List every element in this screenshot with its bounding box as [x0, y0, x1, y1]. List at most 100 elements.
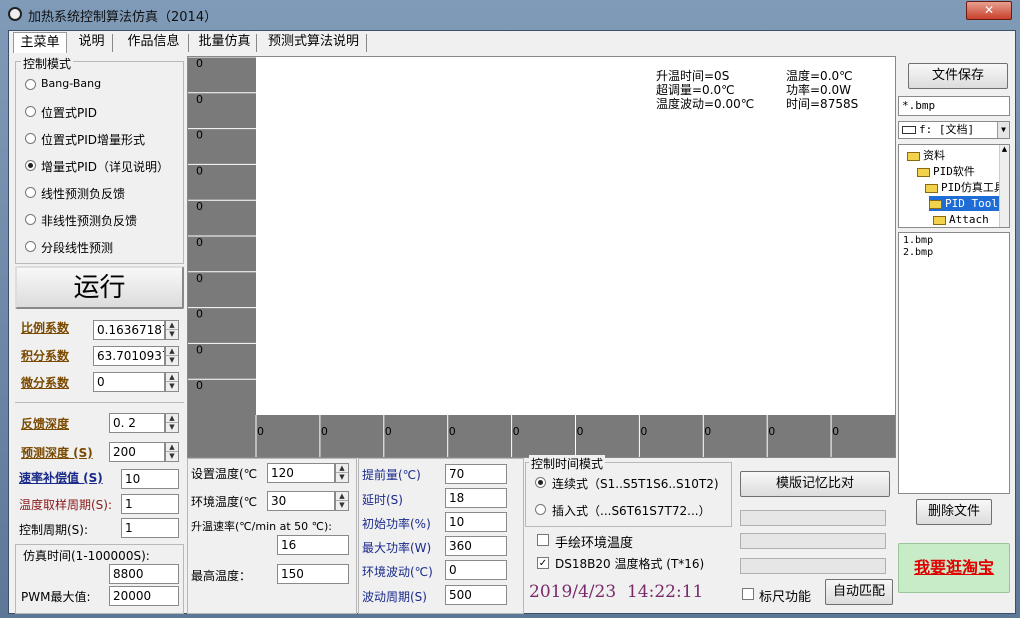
sample-period-input[interactable]: 1 — [121, 494, 179, 514]
title-bar: 加热系统控制算法仿真（2014） ✕ — [0, 0, 1020, 28]
folder-item[interactable]: Attach — [933, 212, 989, 227]
control-mode-option-label[interactable]: 位置式PID增量形式 — [41, 131, 145, 148]
save-file-button[interactable]: 文件保存 — [908, 63, 1008, 89]
folder-item[interactable]: PID Tool — [929, 196, 1009, 211]
env-temp-spinner[interactable]: ▲ ▼ — [335, 491, 349, 511]
ds18b20-label[interactable]: DS18B20 温度格式 (T*16) — [555, 555, 704, 572]
feedback-depth-spinner[interactable]: ▲ ▼ — [165, 413, 179, 433]
file-item[interactable]: 1.bmp — [903, 235, 1005, 247]
delete-file-button[interactable]: 删除文件 — [916, 499, 992, 525]
template-compare-button[interactable]: 模版记忆比对 — [740, 471, 890, 497]
x-tick-label: 0 — [513, 425, 520, 438]
control-mode-radio[interactable] — [25, 133, 36, 144]
spin-up-icon[interactable]: ▲ — [166, 373, 178, 382]
spin-down-icon[interactable]: ▼ — [166, 452, 178, 461]
time-mode-insert-label[interactable]: 插入式（...S6T61S7T72...） — [552, 502, 711, 519]
control-mode-radio[interactable] — [25, 79, 36, 90]
folder-item[interactable]: PID仿真工具 — [925, 180, 1005, 195]
tab-help[interactable]: 说明 — [71, 34, 113, 52]
taobao-button[interactable]: 我要逛淘宝 — [898, 543, 1010, 593]
feedback-depth-input[interactable]: 0. 2 — [109, 413, 165, 433]
spin-up-icon[interactable]: ▲ — [166, 347, 178, 356]
control-mode-option-label[interactable]: 位置式PID — [41, 104, 97, 121]
control-mode-radio[interactable] — [25, 214, 36, 225]
time-mode-continuous-radio[interactable] — [535, 477, 546, 488]
tab-batch[interactable]: 批量仿真 — [193, 34, 257, 52]
control-mode-option-label[interactable]: Bang-Bang — [41, 77, 101, 90]
control-mode-radio[interactable] — [25, 106, 36, 117]
control-mode-radio[interactable] — [25, 187, 36, 198]
spin-up-icon[interactable]: ▲ — [336, 492, 348, 501]
time-mode-continuous-label[interactable]: 连续式（S1..S5T1S6..S10T2) — [552, 475, 719, 492]
spin-up-icon[interactable]: ▲ — [166, 321, 178, 330]
max-temp-input[interactable]: 150 — [277, 564, 349, 584]
predict-depth-spinner[interactable]: ▲ ▼ — [165, 442, 179, 462]
rate-comp-label: 速率补偿值 (S) — [19, 471, 103, 485]
set-temp-spinner[interactable]: ▲ ▼ — [335, 463, 349, 483]
control-mode-option-label[interactable]: 线性预测负反馈 — [41, 185, 125, 202]
spin-down-icon[interactable]: ▼ — [166, 423, 178, 432]
predict-depth-input[interactable]: 200 — [109, 442, 165, 462]
ki-input[interactable]: 63.70109375 — [93, 346, 165, 366]
control-mode-option-label[interactable]: 增量式PID（详见说明） — [41, 158, 169, 175]
set-temp-input[interactable]: 120 — [267, 463, 335, 483]
spin-down-icon[interactable]: ▼ — [166, 382, 178, 391]
ruler-checkbox[interactable] — [742, 588, 754, 600]
ds18b20-checkbox[interactable]: ✓ — [537, 557, 549, 569]
max-power-input[interactable]: 360 — [445, 536, 507, 556]
control-mode-option-label[interactable]: 非线性预测负反馈 — [41, 212, 137, 229]
control-period-input[interactable]: 1 — [121, 518, 179, 538]
time-mode-insert-radio[interactable] — [535, 504, 546, 515]
folder-scrollbar[interactable]: ▲ — [999, 145, 1009, 227]
chevron-down-icon[interactable]: ▼ — [997, 122, 1009, 138]
client-area: 主菜单 说明 作品信息 批量仿真 预测式算法说明 控制模式 Bang-Bang 位… — [8, 30, 1016, 614]
file-item[interactable]: 2.bmp — [903, 247, 1005, 259]
control-mode-radio[interactable] — [25, 241, 36, 252]
ki-spinner[interactable]: ▲ ▼ — [165, 346, 179, 366]
spin-down-icon[interactable]: ▼ — [336, 501, 348, 510]
tab-info[interactable]: 作品信息 — [119, 34, 189, 52]
delay-input[interactable]: 18 — [445, 488, 507, 508]
folder-item[interactable]: PID软件 — [917, 164, 975, 179]
env-temp-input[interactable]: 30 — [267, 491, 335, 511]
folder-icon — [907, 151, 920, 161]
y-tick-label: 0 — [196, 93, 203, 106]
env-wave-input[interactable]: 0 — [445, 560, 507, 580]
wave-period-input[interactable]: 500 — [445, 585, 507, 605]
tab-predict[interactable]: 预测式算法说明 — [261, 34, 367, 52]
run-button[interactable]: 运行 — [15, 266, 184, 309]
manual-env-checkbox[interactable] — [537, 534, 549, 546]
tab-bar: 主菜单 说明 作品信息 批量仿真 预测式算法说明 — [11, 31, 371, 53]
init-power-input[interactable]: 10 — [445, 512, 507, 532]
rate-comp-input[interactable]: 10 — [121, 469, 179, 489]
ruler-label[interactable]: 标尺功能 — [759, 586, 811, 605]
spin-down-icon[interactable]: ▼ — [166, 330, 178, 339]
x-tick-label: 0 — [768, 425, 775, 438]
close-button[interactable]: ✕ — [966, 1, 1012, 20]
tab-main[interactable]: 主菜单 — [13, 32, 67, 53]
control-mode-option-label[interactable]: 分段线性预测 — [41, 239, 113, 256]
folder-item[interactable]: 资料 — [907, 148, 945, 163]
rise-rate-input[interactable]: 16 — [277, 535, 349, 555]
kp-spinner[interactable]: ▲ ▼ — [165, 320, 179, 340]
spin-up-icon[interactable]: ▲ — [166, 443, 178, 452]
kd-spinner[interactable]: ▲ ▼ — [165, 372, 179, 392]
pwm-max-input[interactable]: 20000 — [109, 586, 179, 606]
control-mode-radio[interactable] — [25, 160, 36, 171]
spin-up-icon[interactable]: ▲ — [336, 464, 348, 473]
kp-input[interactable]: 0.163671875 — [93, 320, 165, 340]
app-window: 加热系统控制算法仿真（2014） ✕ 主菜单 说明 作品信息 批量仿真 预测式算… — [0, 0, 1020, 618]
spin-down-icon[interactable]: ▼ — [336, 473, 348, 482]
manual-env-label[interactable]: 手绘环境温度 — [555, 532, 633, 551]
auto-match-button[interactable]: 自动匹配 — [825, 579, 893, 605]
sim-time-input[interactable]: 8800 — [109, 564, 179, 584]
spin-up-icon[interactable]: ▲ — [166, 414, 178, 423]
x-tick-label: 0 — [321, 425, 328, 438]
drive-select[interactable]: f: [文档] ▼ — [898, 121, 1010, 139]
file-filter-input[interactable]: *.bmp — [898, 96, 1010, 116]
kp-label: 比例系数 — [21, 321, 70, 335]
spin-down-icon[interactable]: ▼ — [166, 356, 178, 365]
advance-input[interactable]: 70 — [445, 464, 507, 484]
kd-input[interactable]: 0 — [93, 372, 165, 392]
max-power-label: 最大功率(W) — [362, 541, 432, 555]
